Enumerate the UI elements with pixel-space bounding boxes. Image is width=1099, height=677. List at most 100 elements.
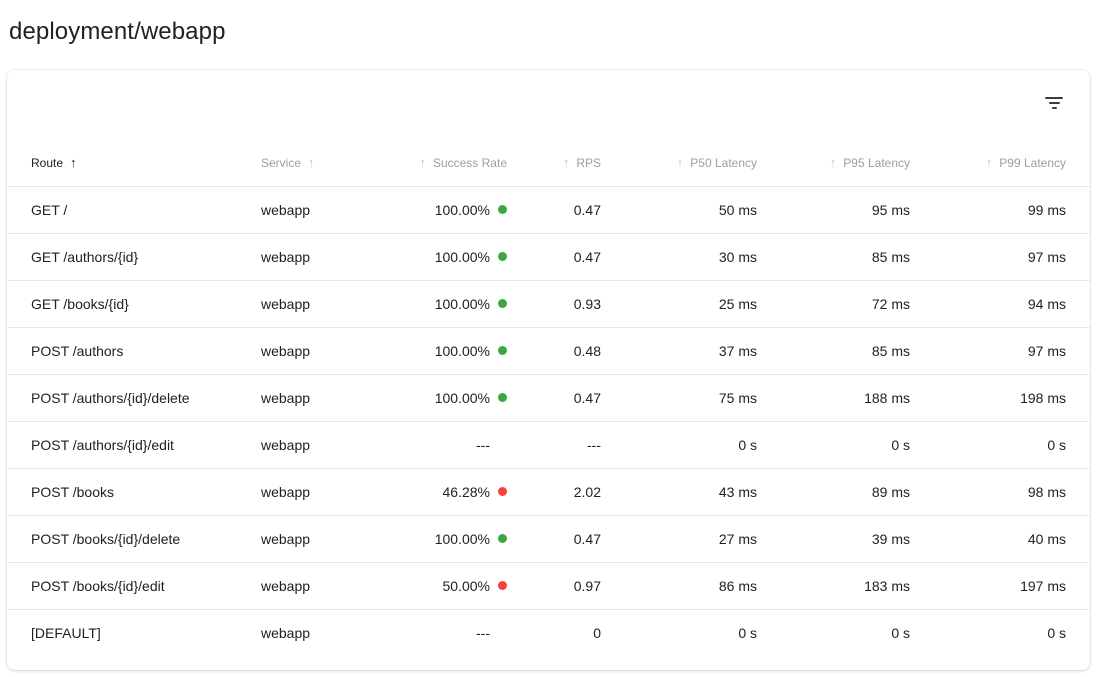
page-title: deployment/webapp bbox=[9, 18, 226, 46]
status-dot bbox=[498, 205, 507, 214]
service-cell: webapp bbox=[253, 421, 407, 468]
p99-latency-cell: 97 ms bbox=[918, 233, 1090, 280]
status-dot bbox=[498, 581, 507, 590]
p99-latency-cell: 0 s bbox=[918, 421, 1090, 468]
p99-latency-cell: 197 ms bbox=[918, 562, 1090, 609]
column-header-rps[interactable]: ↑ RPS bbox=[515, 140, 609, 186]
column-label: Route bbox=[31, 156, 63, 170]
p99-latency-cell: 97 ms bbox=[918, 327, 1090, 374]
success-rate-value: 100.00% bbox=[435, 390, 490, 406]
p50-latency-cell: 0 s bbox=[609, 609, 765, 656]
route-cell: GET / bbox=[7, 186, 253, 233]
page: deployment/webapp Route ↑ Service ↑ ↑ Success… bbox=[0, 0, 1099, 677]
p50-latency-cell: 86 ms bbox=[609, 562, 765, 609]
p95-latency-cell: 95 ms bbox=[765, 186, 918, 233]
p99-latency-cell: 99 ms bbox=[918, 186, 1090, 233]
route-cell: POST /books bbox=[7, 468, 253, 515]
p50-latency-cell: 43 ms bbox=[609, 468, 765, 515]
column-header-p50[interactable]: ↑ P50 Latency bbox=[609, 140, 765, 186]
table-row[interactable]: GET /authors/{id}webapp100.00%0.4730 ms8… bbox=[7, 233, 1090, 280]
column-label: P95 Latency bbox=[843, 156, 910, 170]
table-row[interactable]: POST /books/{id}/deletewebapp 100.00% 0.47… bbox=[7, 515, 1090, 562]
p50-latency-cell: 25 ms bbox=[609, 280, 765, 327]
p99-latency-cell: 40 ms bbox=[918, 515, 1090, 562]
table-row[interactable]: POST /authorswebapp100.00%0.4837 ms85 ms… bbox=[7, 327, 1090, 374]
p95-latency-cell: 85 ms bbox=[765, 327, 918, 374]
status-dot bbox=[498, 299, 507, 308]
table-row[interactable]: [DEFAULT]webapp---00 s0 s0 s bbox=[7, 609, 1090, 656]
service-cell: webapp bbox=[253, 468, 407, 515]
rps-cell: 0.47 bbox=[515, 515, 609, 562]
table-row[interactable]: POST /authors/{id}/deletewebapp100.00%0.… bbox=[7, 374, 1090, 421]
p99-latency-cell: 0 s bbox=[918, 609, 1090, 656]
service-cell: webapp bbox=[253, 515, 407, 562]
p50-latency-cell: 27 ms bbox=[609, 515, 765, 562]
column-header-service[interactable]: Service ↑ bbox=[253, 140, 407, 186]
status-dot bbox=[498, 393, 507, 402]
routes-card: Route ↑ Service ↑ ↑ Success Rate ↑ RPS ↑ P50 Late… bbox=[7, 70, 1090, 670]
success-rate-cell: 100.00% bbox=[407, 515, 515, 562]
table-row[interactable]: POST /authors/{id}/editwebapp------0 s0 … bbox=[7, 421, 1090, 468]
sort-arrow-icon: ↑ bbox=[308, 155, 315, 170]
p50-latency-cell: 37 ms bbox=[609, 327, 765, 374]
success-rate-cell: 100.00% bbox=[407, 374, 515, 421]
column-label: P50 Latency bbox=[690, 156, 757, 170]
rps-cell: 0.47 bbox=[515, 374, 609, 421]
success-rate-value: --- bbox=[476, 625, 490, 641]
success-rate-cell: 100.00% bbox=[407, 280, 515, 327]
column-header-p99[interactable]: ↑ P99 Latency bbox=[918, 140, 1090, 186]
p95-latency-cell: 89 ms bbox=[765, 468, 918, 515]
column-label: P99 Latency bbox=[999, 156, 1066, 170]
service-cell: webapp bbox=[253, 233, 407, 280]
table-row[interactable]: POST /books/{id}/editwebapp50.00%0.9786 … bbox=[7, 562, 1090, 609]
filter-list-icon bbox=[1045, 97, 1063, 109]
success-rate-cell: --- bbox=[407, 609, 515, 656]
p95-latency-cell: 72 ms bbox=[765, 280, 918, 327]
success-rate-cell: 46.28% bbox=[407, 468, 515, 515]
p50-latency-cell: 0 s bbox=[609, 421, 765, 468]
table-row[interactable]: GET /books/{id}webapp100.00%0.9325 ms72 … bbox=[7, 280, 1090, 327]
filter-button[interactable] bbox=[1036, 85, 1072, 121]
sort-arrow-icon: ↑ bbox=[677, 155, 684, 170]
success-rate-cell: 100.00% bbox=[407, 186, 515, 233]
p99-latency-cell: 198 ms bbox=[918, 374, 1090, 421]
success-rate-cell: 100.00% bbox=[407, 327, 515, 374]
p95-latency-cell: 188 ms bbox=[765, 374, 918, 421]
success-rate-value: 46.28% bbox=[443, 484, 490, 500]
routes-table: Route ↑ Service ↑ ↑ Success Rate ↑ RPS ↑ P50 Late… bbox=[7, 140, 1090, 656]
column-header-p95[interactable]: ↑ P95 Latency bbox=[765, 140, 918, 186]
rps-cell: --- bbox=[515, 421, 609, 468]
column-label: RPS bbox=[576, 156, 601, 170]
table-row[interactable]: GET /webapp100.00%0.4750 ms95 ms99 ms bbox=[7, 186, 1090, 233]
column-label: Success Rate bbox=[433, 156, 507, 170]
route-cell: GET /books/{id} bbox=[7, 280, 253, 327]
route-cell: POST /books/{id}/delete bbox=[7, 515, 253, 562]
sort-arrow-icon: ↑ bbox=[986, 155, 993, 170]
table-row[interactable]: POST /bookswebapp46.28%2.0243 ms89 ms98 … bbox=[7, 468, 1090, 515]
status-dot bbox=[498, 346, 507, 355]
rps-cell: 0.93 bbox=[515, 280, 609, 327]
success-rate-cell: 100.00% bbox=[407, 233, 515, 280]
column-header-success_rate[interactable]: ↑ Success Rate bbox=[407, 140, 515, 186]
sort-arrow-icon: ↑ bbox=[419, 155, 426, 170]
service-cell: webapp bbox=[253, 186, 407, 233]
success-rate-value: 100.00% bbox=[435, 202, 490, 218]
route-cell: POST /authors/{id}/edit bbox=[7, 421, 253, 468]
route-cell: [DEFAULT] bbox=[7, 609, 253, 656]
success-rate-cell: --- bbox=[407, 421, 515, 468]
service-cell: webapp bbox=[253, 280, 407, 327]
success-rate-value: 50.00% bbox=[443, 578, 490, 594]
sort-arrow-icon: ↑ bbox=[563, 155, 570, 170]
sort-arrow-icon: ↑ bbox=[830, 155, 837, 170]
column-header-route[interactable]: Route ↑ bbox=[7, 140, 253, 186]
success-rate-value: 100.00% bbox=[435, 531, 490, 547]
rps-cell: 2.02 bbox=[515, 468, 609, 515]
service-cell: webapp bbox=[253, 562, 407, 609]
sort-arrow-icon: ↑ bbox=[70, 155, 77, 170]
success-rate-cell: 50.00% bbox=[407, 562, 515, 609]
p50-latency-cell: 50 ms bbox=[609, 186, 765, 233]
rps-cell: 0.47 bbox=[515, 233, 609, 280]
p95-latency-cell: 85 ms bbox=[765, 233, 918, 280]
column-label: Service bbox=[261, 156, 301, 170]
route-cell: POST /authors/{id}/delete bbox=[7, 374, 253, 421]
